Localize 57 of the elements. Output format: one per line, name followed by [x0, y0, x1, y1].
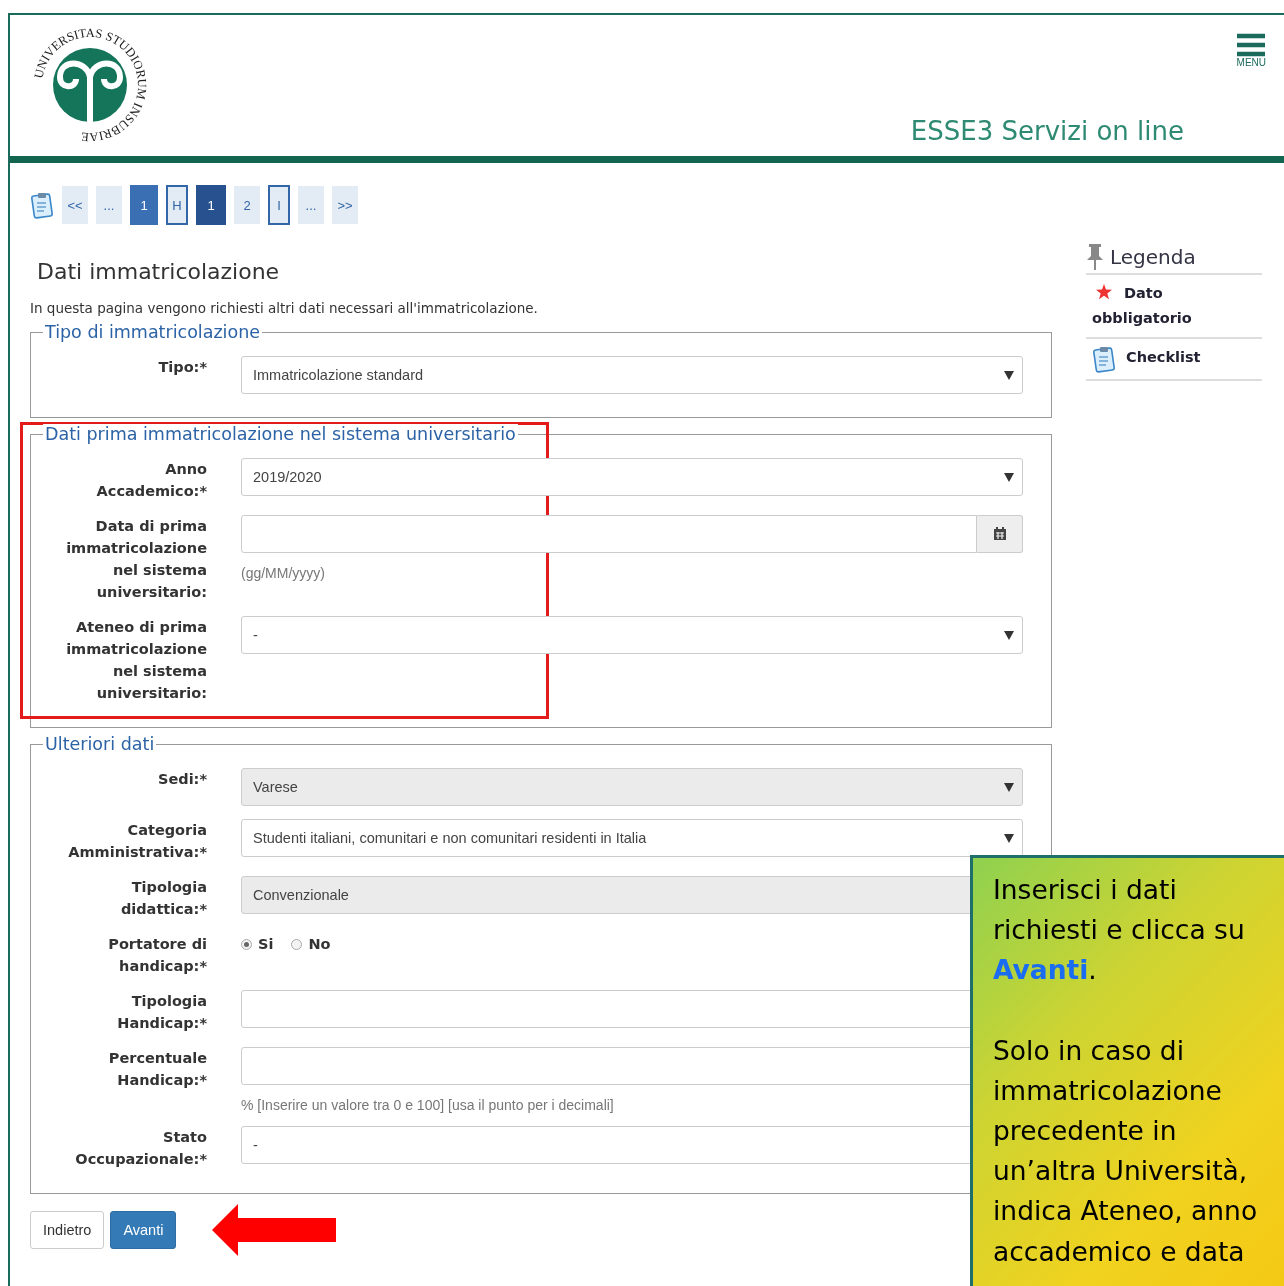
caret-icon [1004, 833, 1014, 843]
date-input-field[interactable] [241, 515, 977, 553]
field-label: Ateneo di prima immatricolazione nel sistema universitario: [65, 618, 207, 703]
page-intro: In questa pagina vengono richiesti altri dati necessari all'immatricolazione. [30, 300, 539, 316]
pagination-button[interactable]: >> [332, 186, 358, 224]
field-label: Portatore di handicap:* [107, 935, 207, 976]
caret-icon [1004, 630, 1014, 640]
radio-button[interactable] [241, 938, 252, 950]
field-label: Tipologia Handicap:* [116, 992, 207, 1033]
select-field[interactable]: Studenti italiani, comunitari e non comunitari residenti in Italia [241, 819, 1023, 857]
page-title: Dati immatricolazione [37, 259, 281, 284]
radio-label[interactable]: Si [258, 936, 274, 952]
caret-icon [1004, 472, 1014, 482]
pagination-button[interactable]: << [62, 186, 88, 224]
next-button[interactable]: Avanti [110, 1211, 177, 1249]
field-label: Tipologia didattica:* [119, 878, 207, 919]
legend-title: Legenda [1110, 245, 1196, 269]
radio-label[interactable]: No [308, 936, 331, 952]
pagination-button[interactable]: ... [298, 186, 324, 224]
field-hint: % [Inserire un valore tra 0 e 100] [usa il punto per i decimali] [241, 1097, 615, 1113]
pagination-button[interactable]: 2 [234, 186, 260, 224]
menu-button[interactable]: MENU [1236, 33, 1266, 68]
asterisk-icon [1096, 284, 1112, 300]
pagination-button[interactable]: 1 [130, 185, 158, 225]
checklist-legend-text: Checklist [1126, 349, 1201, 365]
pagination-button[interactable]: 1 [196, 185, 226, 225]
field-hint: (gg/MM/yyyy) [241, 565, 326, 581]
pagination-button[interactable]: ... [96, 186, 122, 224]
field-label: Categoria Amministrativa:* [67, 821, 207, 862]
pagination-button[interactable]: H [166, 185, 188, 225]
pagination-button[interactable]: I [268, 185, 290, 225]
select-field[interactable]: 2019/2020 [241, 458, 1023, 496]
caret-icon [1004, 782, 1014, 792]
section-legend: Dati prima immatricolazione nel sistema universitario [43, 424, 518, 444]
select-field[interactable]: - [241, 616, 1023, 654]
calendar-icon [992, 527, 1007, 541]
pushpin-icon [1086, 243, 1104, 271]
calendar-button[interactable] [977, 515, 1023, 553]
field-label: Sedi:* [157, 770, 207, 789]
field-label: Data di prima immatricolazione nel sistema universitario: [65, 517, 207, 602]
menu-icon [1237, 33, 1266, 57]
radio-button[interactable] [291, 938, 303, 950]
caret-icon [1004, 370, 1014, 380]
clipboard-icon [1092, 345, 1116, 373]
field-label: Anno Accademico:* [95, 460, 207, 501]
clipboard-icon [30, 191, 54, 219]
select-field[interactable]: Immatricolazione standard [241, 356, 1023, 394]
site-title: ESSE3 Servizi on line [910, 116, 1184, 146]
section-legend: Tipo di immatricolazione [43, 322, 263, 342]
field-label: Stato Occupazionale:* [74, 1128, 207, 1169]
required-legend-text: Dato obbligatorio [1092, 285, 1192, 326]
arrow-icon [212, 1204, 337, 1256]
back-button[interactable]: Indietro [30, 1211, 105, 1249]
field-label: Percentuale Handicap:* [107, 1049, 207, 1090]
callout-paragraph: Solo in caso di immatricolazione precedente in un’altra Università, indica Ateneo, anno accademico e data [993, 1033, 1259, 1269]
field-label: Tipo:* [157, 358, 207, 377]
callout-paragraph: Inserisci i dati richiesti e clicca su Avanti. [993, 873, 1246, 988]
